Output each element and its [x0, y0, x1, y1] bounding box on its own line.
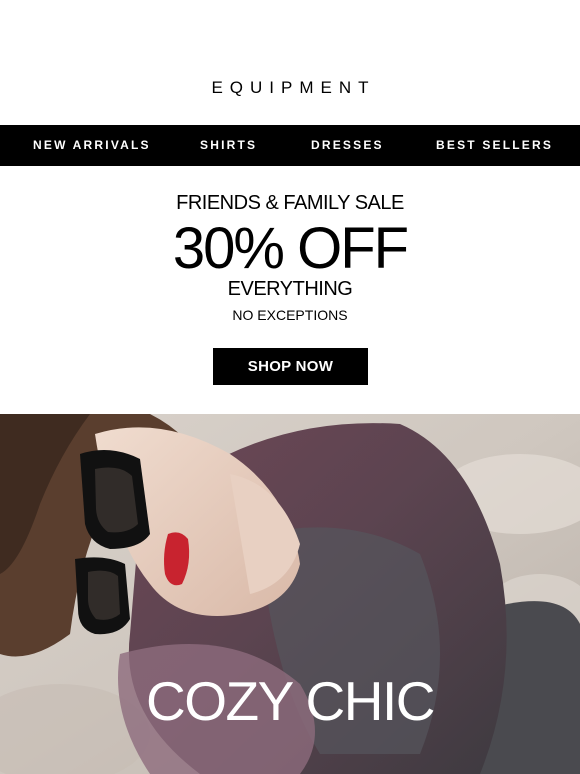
nav-item-shirts[interactable]: SHIRTS: [200, 125, 257, 166]
promo-kicker: FRIENDS & FAMILY SALE: [176, 192, 404, 214]
hero-banner[interactable]: COZY CHIC: [0, 414, 580, 774]
shop-now-button[interactable]: SHOP NOW: [213, 348, 368, 385]
nav-item-new-arrivals[interactable]: NEW ARRIVALS: [33, 125, 151, 166]
nav-item-best-sellers[interactable]: BEST SELLERS: [436, 125, 553, 166]
category-nav: NEW ARRIVALS SHIRTS DRESSES BEST SELLERS: [0, 125, 580, 166]
brand-logo[interactable]: EQUIPMENT: [0, 78, 580, 98]
promo-headline: 30% OFF: [172, 216, 409, 281]
nav-item-dresses[interactable]: DRESSES: [311, 125, 384, 166]
hero-caption: COZY CHIC: [145, 670, 436, 732]
promo-subline: EVERYTHING: [227, 278, 353, 300]
promo-note: NO EXCEPTIONS: [232, 307, 348, 323]
